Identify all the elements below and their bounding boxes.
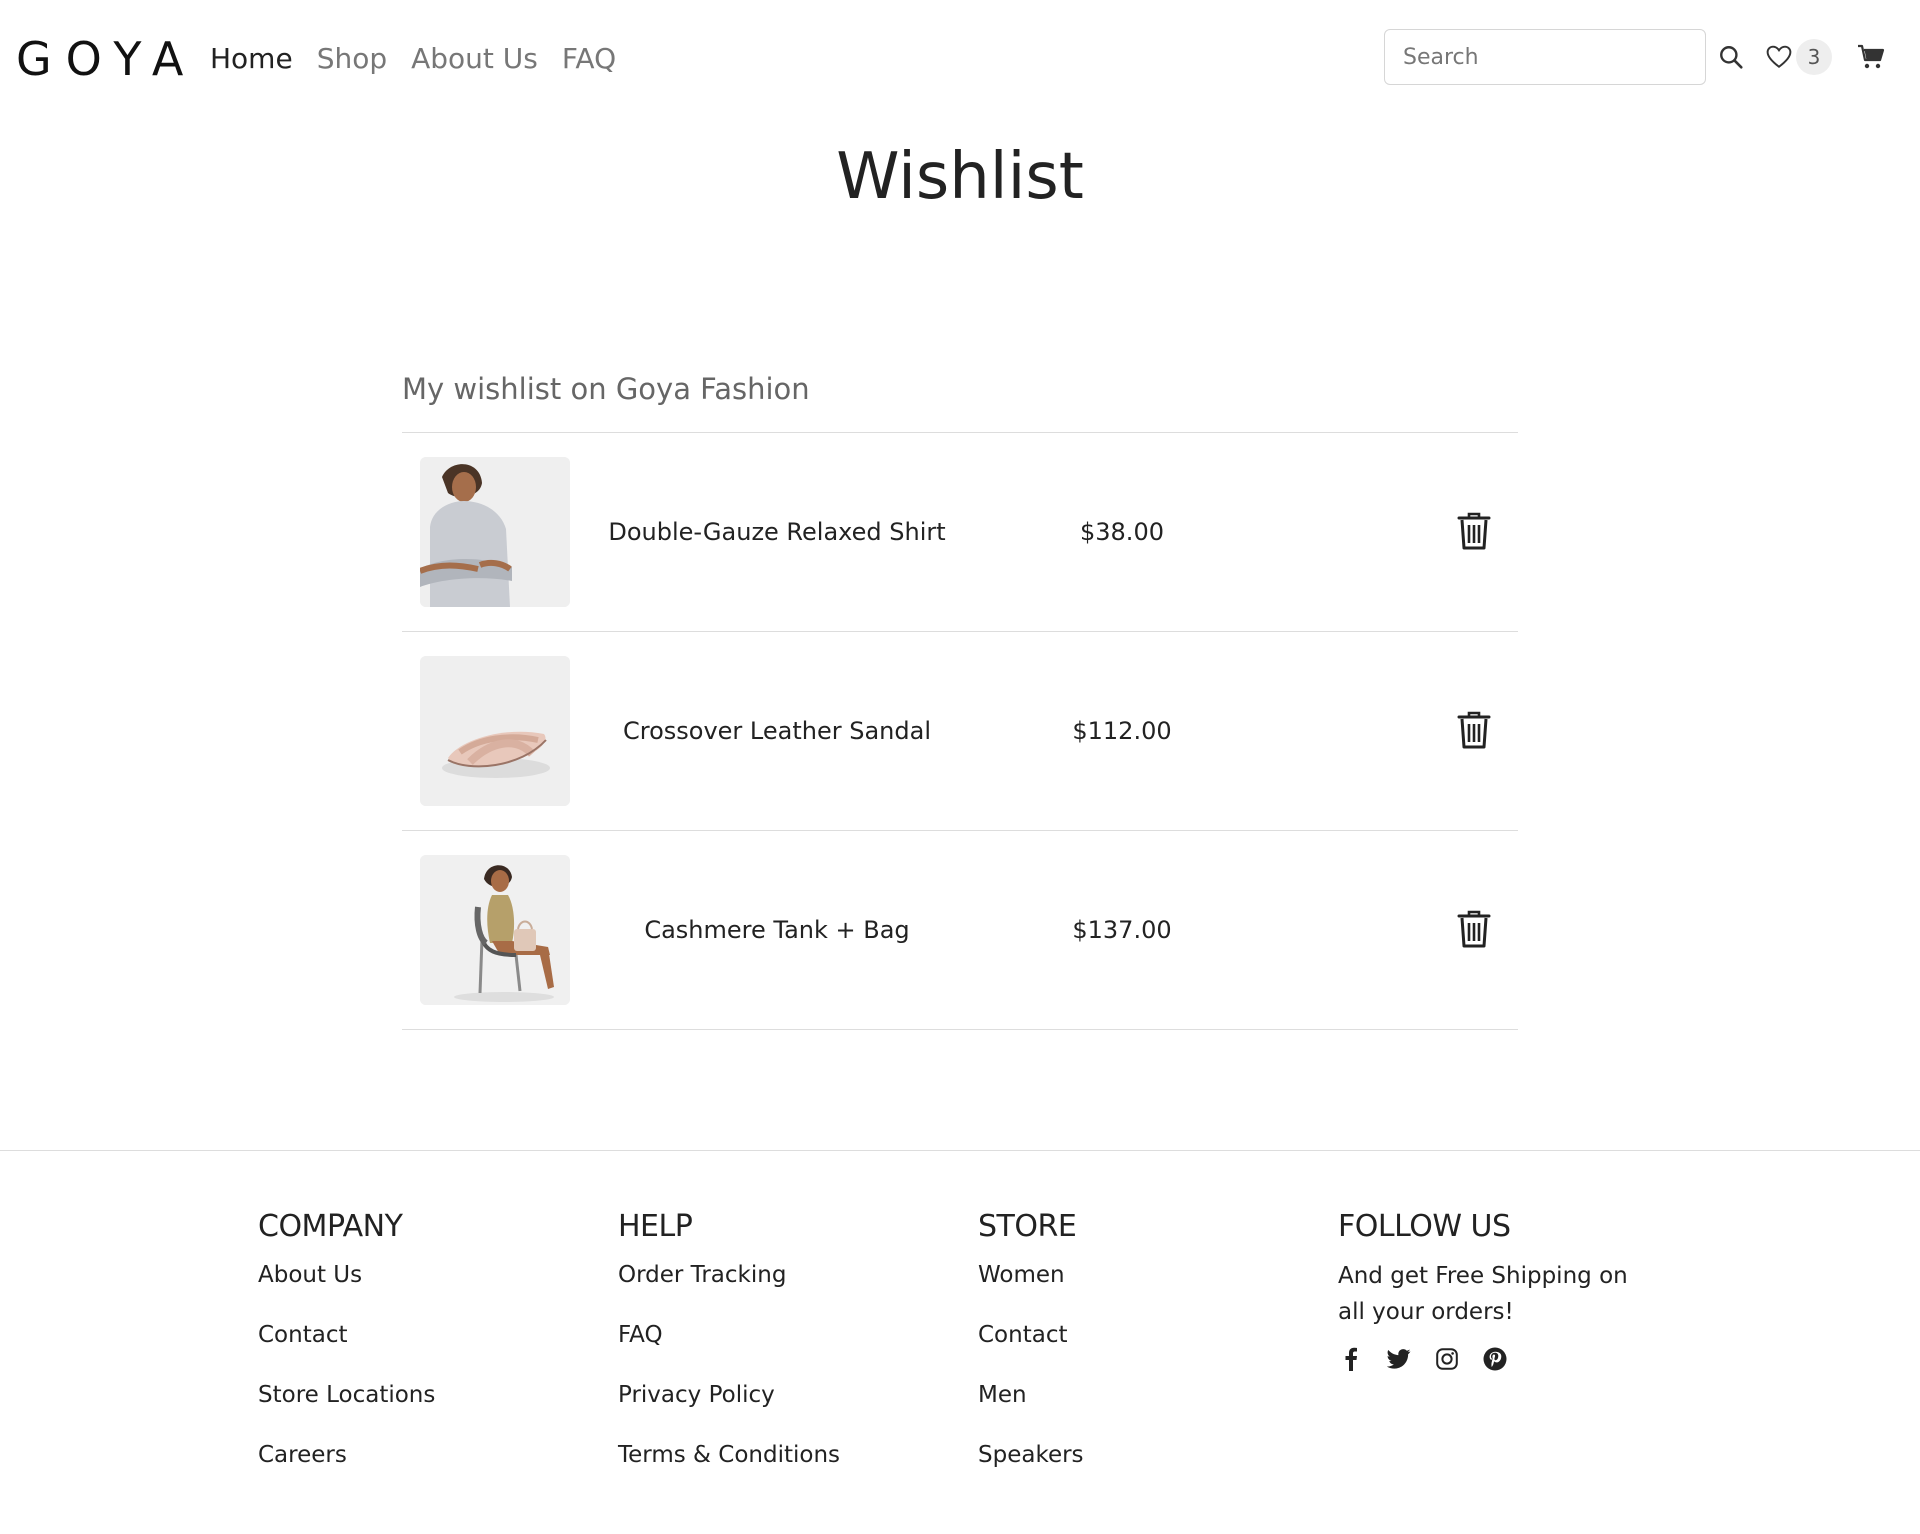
footer-follow-text: And get Free Shipping on all your orders… bbox=[1338, 1263, 1628, 1325]
footer-link-terms[interactable]: Terms & Conditions bbox=[618, 1438, 840, 1498]
product-name[interactable]: Double-Gauze Relaxed Shirt bbox=[602, 433, 952, 631]
product-price: $112.00 bbox=[1072, 717, 1172, 745]
footer-link-contact[interactable]: Contact bbox=[258, 1318, 435, 1378]
footer-link-privacy-policy[interactable]: Privacy Policy bbox=[618, 1378, 840, 1438]
heart-icon[interactable] bbox=[1760, 38, 1798, 76]
footer-link-store-locations[interactable]: Store Locations bbox=[258, 1378, 435, 1438]
nav-faq[interactable]: FAQ bbox=[562, 38, 616, 80]
nav-home[interactable]: Home bbox=[210, 38, 293, 80]
wishlist-count-badge: 3 bbox=[1796, 39, 1832, 75]
footer-link-careers[interactable]: Careers bbox=[258, 1438, 435, 1498]
footer-help: HELP Order Tracking FAQ Privacy Policy T… bbox=[618, 1209, 840, 1498]
product-image-sandal[interactable] bbox=[420, 656, 570, 806]
logo[interactable]: GOYA bbox=[16, 32, 197, 86]
footer-link-men[interactable]: Men bbox=[978, 1378, 1084, 1438]
site-header: GOYA Home Shop About Us FAQ 3 bbox=[0, 0, 1920, 118]
product-name[interactable]: Cashmere Tank + Bag bbox=[602, 831, 952, 1029]
footer-store-title: STORE bbox=[978, 1209, 1077, 1244]
trash-icon[interactable] bbox=[1452, 905, 1496, 953]
product-name[interactable]: Crossover Leather Sandal bbox=[602, 632, 952, 830]
product-image-tank-bag[interactable] bbox=[420, 855, 570, 1005]
instagram-icon[interactable] bbox=[1434, 1346, 1460, 1372]
facebook-icon[interactable] bbox=[1338, 1346, 1364, 1372]
twitter-icon[interactable] bbox=[1386, 1346, 1412, 1372]
footer-company: COMPANY About Us Contact Store Locations… bbox=[258, 1209, 435, 1498]
wishlist-list: Double-Gauze Relaxed Shirt $38.00 Crosso… bbox=[402, 432, 1518, 1030]
nav-about-us[interactable]: About Us bbox=[411, 38, 538, 80]
wishlist-heading: My wishlist on Goya Fashion bbox=[402, 372, 810, 406]
main-nav: Home Shop About Us FAQ bbox=[210, 38, 616, 80]
footer-link-order-tracking[interactable]: Order Tracking bbox=[618, 1258, 840, 1318]
trash-icon[interactable] bbox=[1452, 507, 1496, 555]
footer-company-title: COMPANY bbox=[258, 1209, 403, 1244]
wishlist-item: Crossover Leather Sandal $112.00 bbox=[402, 632, 1518, 831]
trash-icon[interactable] bbox=[1452, 706, 1496, 754]
footer-link-faq[interactable]: FAQ bbox=[618, 1318, 840, 1378]
footer-store: STORE Women Contact Men Speakers bbox=[978, 1209, 1084, 1498]
pinterest-icon[interactable] bbox=[1482, 1346, 1508, 1372]
page-title: Wishlist bbox=[836, 140, 1084, 214]
cart-icon[interactable] bbox=[1852, 38, 1890, 76]
footer-follow: FOLLOW US And get Free Shipping on all y… bbox=[1338, 1209, 1648, 1372]
wishlist-item: Double-Gauze Relaxed Shirt $38.00 bbox=[402, 433, 1518, 632]
search-icon[interactable] bbox=[1712, 38, 1750, 76]
site-footer: COMPANY About Us Contact Store Locations… bbox=[0, 1150, 1920, 1534]
product-image-shirt[interactable] bbox=[420, 457, 570, 607]
footer-link-about-us[interactable]: About Us bbox=[258, 1258, 435, 1318]
social-links bbox=[1338, 1346, 1648, 1372]
search-input[interactable] bbox=[1384, 29, 1706, 85]
footer-link-speakers[interactable]: Speakers bbox=[978, 1438, 1084, 1498]
wishlist-item: Cashmere Tank + Bag $137.00 bbox=[402, 831, 1518, 1030]
footer-help-title: HELP bbox=[618, 1209, 693, 1244]
product-price: $38.00 bbox=[1080, 518, 1164, 546]
product-price: $137.00 bbox=[1072, 916, 1172, 944]
wishlist-section: My wishlist on Goya Fashion Double-Gauze… bbox=[402, 368, 1518, 1030]
footer-follow-title: FOLLOW US bbox=[1338, 1209, 1511, 1244]
footer-link-store-contact[interactable]: Contact bbox=[978, 1318, 1084, 1378]
footer-link-women[interactable]: Women bbox=[978, 1258, 1084, 1318]
nav-shop[interactable]: Shop bbox=[317, 38, 387, 80]
